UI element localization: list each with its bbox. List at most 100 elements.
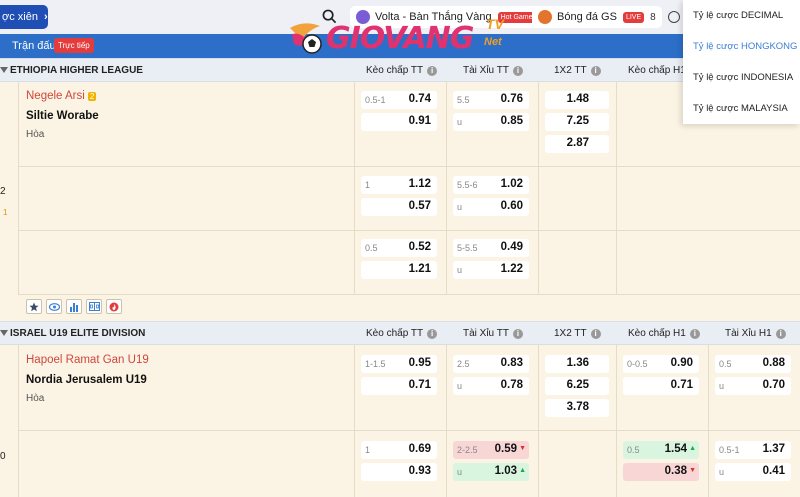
odds-format-decimal[interactable]: Tỷ lệ cược DECIMAL [683, 0, 800, 31]
divider [354, 82, 355, 294]
info-icon[interactable]: i [590, 65, 601, 76]
odds-value: 0.38 [664, 465, 687, 477]
odds-ou-under[interactable]: u 0.78 [453, 377, 529, 395]
odds-h1-hcp-home[interactable]: 0.5 1.54 ▲ [623, 441, 699, 459]
away-team[interactable]: Nordia Jerusalem U19 [26, 374, 147, 386]
odds-value: 7.25 [566, 115, 589, 127]
odds-value: 0.49 [500, 241, 523, 253]
odds-ou-over[interactable]: 5.5 0.76 [453, 91, 529, 109]
odds-ou-under[interactable]: u 0.85 [453, 113, 529, 131]
under-label: u [457, 467, 463, 477]
odds-1x2-home[interactable]: 1.36 [545, 355, 609, 373]
odds-1x2-draw[interactable]: 2.87 [545, 135, 609, 153]
odds-h1-ou-under[interactable]: u 0.70 [715, 377, 791, 395]
divider [18, 430, 800, 431]
live-count: 8 [650, 11, 656, 23]
under-label: u [457, 381, 463, 391]
odds-1x2-home[interactable]: 1.48 [545, 91, 609, 109]
odds-hcp-away[interactable]: 1.21 [361, 261, 437, 279]
odds-value: 0.85 [500, 115, 523, 127]
ou-line: 5.5 [457, 95, 470, 105]
col-ou-ft-label: Tài Xỉu TT [463, 328, 509, 339]
odds-h1-hcp-away[interactable]: 0.38 ▼ [623, 463, 699, 481]
odds-value: 0.93 [408, 465, 431, 477]
home-team[interactable]: Hapoel Ramat Gan U19 [26, 354, 149, 366]
odds-format-malaysia[interactable]: Tỷ lệ cược MALAYSIA [683, 93, 800, 124]
odds-h1-hcp-away[interactable]: 0.71 [623, 377, 699, 395]
odds-h1-ou-over[interactable]: 0.5 0.88 [715, 355, 791, 373]
fire-icon[interactable] [106, 299, 122, 314]
col-hcp-h1-label: Kèo chấp H1 [628, 328, 686, 339]
odds-h1-ou-over[interactable]: 0.5-1 1.37 [715, 441, 791, 459]
league-name: ETHIOPIA HIGHER LEAGUE [10, 65, 143, 76]
info-icon[interactable]: i [590, 328, 601, 339]
odds-1x2-draw[interactable]: 3.78 [545, 399, 609, 417]
ou-line: 2.5 [457, 359, 470, 369]
odds-hcp-home[interactable]: 1-1.5 0.95 [361, 355, 437, 373]
divider [538, 345, 539, 497]
league-header[interactable]: ETHIOPIA HIGHER LEAGUE Kèo chấp TT i Tài … [0, 58, 800, 82]
caret-down-icon [0, 67, 8, 73]
odds-ou-under[interactable]: u 1.03 ▲ [453, 463, 529, 481]
odds-ou-over[interactable]: 5.5-6 1.02 [453, 176, 529, 194]
odds-ou-over[interactable]: 5-5.5 0.49 [453, 239, 529, 257]
star-icon[interactable] [26, 299, 42, 314]
odds-hcp-away[interactable]: 0.91 [361, 113, 437, 131]
odds-value: 0.76 [500, 93, 523, 105]
odds-value: 0.60 [500, 200, 523, 212]
hcp-line: 0.5 [365, 243, 378, 253]
odds-format-dropdown: Tỷ lệ cược DECIMAL Tỷ lệ cược HONGKONG T… [683, 0, 800, 124]
side-score: 0 [0, 451, 6, 462]
odds-value: 1.54 [664, 443, 687, 455]
odds-ou-under[interactable]: u 1.22 [453, 261, 529, 279]
odds-ou-over[interactable]: 2-2.5 0.59 ▼ [453, 441, 529, 459]
info-icon[interactable]: i [427, 328, 438, 339]
odds-format-indonesia[interactable]: Tỷ lệ cược INDONESIA [683, 62, 800, 93]
wing-ball-icon [290, 23, 322, 54]
eye-icon[interactable] [46, 299, 62, 314]
col-1x2-ft-label: 1X2 TT [554, 65, 587, 76]
info-icon[interactable]: i [512, 65, 523, 76]
odds-1x2-away[interactable]: 6.25 [545, 377, 609, 395]
tab-bongda-gs[interactable]: Bóng đá GS LIVE 8 [532, 6, 662, 28]
odds-hcp-home[interactable]: 0.5 0.52 [361, 239, 437, 257]
under-label: u [457, 202, 463, 212]
odds-hcp-away[interactable]: 0.71 [361, 377, 437, 395]
odds-h1-hcp-home[interactable]: 0-0.5 0.90 [623, 355, 699, 373]
divider [18, 82, 19, 294]
ou-line: 0.5-1 [719, 445, 740, 455]
clock-icon[interactable] [668, 11, 680, 23]
odds-h1-ou-under[interactable]: u 0.41 [715, 463, 791, 481]
match-tools [26, 299, 122, 314]
info-icon[interactable]: i [775, 328, 786, 339]
hcp-line: 0.5 [627, 445, 640, 455]
live-badge: LIVE [622, 11, 645, 23]
away-team[interactable]: Siltie Worabe [26, 110, 99, 122]
lineup-icon[interactable] [86, 299, 102, 314]
league-header[interactable]: ISRAEL U19 ELITE DIVISION Kèo chấp TT i T… [0, 321, 800, 345]
odds-1x2-away[interactable]: 7.25 [545, 113, 609, 131]
hcp-line: 1 [365, 180, 371, 190]
odds-hcp-home[interactable]: 1 1.12 [361, 176, 437, 194]
live-tag[interactable]: Trực tiếp [54, 38, 94, 53]
odds-ou-under[interactable]: u 0.60 [453, 198, 529, 216]
odds-hcp-home[interactable]: 0.5-1 0.74 [361, 91, 437, 109]
info-icon[interactable]: i [689, 328, 700, 339]
col-hcp-h1: Kèo chấp H1 i [628, 328, 700, 339]
stats-icon[interactable] [66, 299, 82, 314]
odds-format-hongkong[interactable]: Tỷ lệ cược HONGKONG [683, 31, 800, 62]
odds-hcp-away[interactable]: 0.93 [361, 463, 437, 481]
matches-label[interactable]: Trận đấu [12, 40, 56, 52]
odds-hcp-away[interactable]: 0.57 [361, 198, 437, 216]
odds-value: 0.71 [670, 379, 693, 391]
col-hcp-ft: Kèo chấp TT i [366, 65, 438, 76]
home-team[interactable]: Negele Arsi 2 [26, 90, 97, 102]
odds-ou-over[interactable]: 2.5 0.83 [453, 355, 529, 373]
parlay-button[interactable]: ợc xiên › [0, 5, 48, 29]
odds-value: 0.59 [494, 443, 517, 455]
odds-hcp-home[interactable]: 1 0.69 [361, 441, 437, 459]
info-icon[interactable]: i [427, 65, 438, 76]
info-icon[interactable]: i [512, 328, 523, 339]
logo-text: GIOVANG [326, 20, 474, 56]
divider [538, 82, 539, 294]
